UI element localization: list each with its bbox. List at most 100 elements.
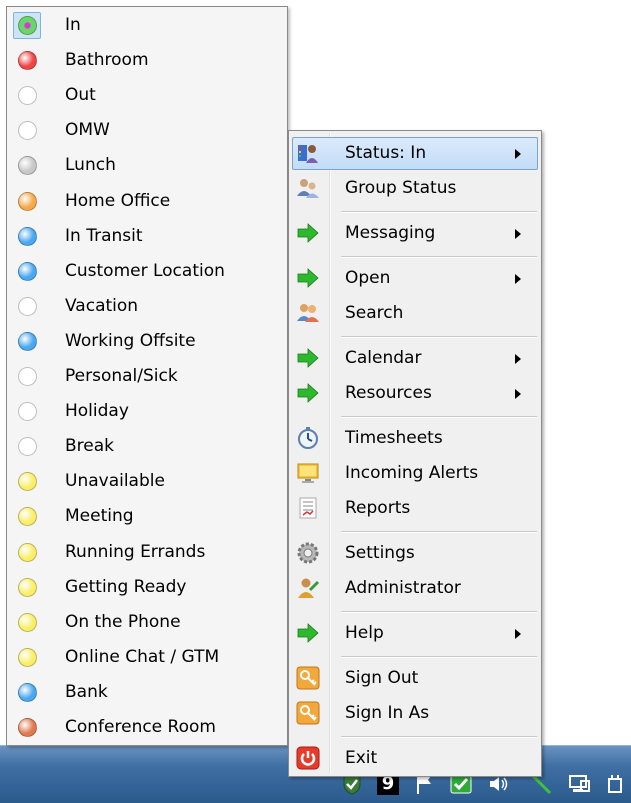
status-color-dot-icon [18,331,37,351]
administrator-icon [296,576,320,600]
gear-icon [296,541,320,565]
status-color-dot-icon [18,682,37,702]
status-item-in[interactable]: In [7,8,287,43]
status-color-dot-icon [18,402,37,422]
status-item-label: Meeting [65,506,134,527]
green-arrow-icon [296,221,320,245]
menu-item-resources[interactable]: Resources [289,375,541,410]
menu-item-label: Open [345,268,391,288]
submenu-arrow-icon [515,274,521,284]
status-item-omw[interactable]: OMW [7,113,287,148]
status-item-label: Out [65,85,96,106]
menu-item-reports[interactable]: Reports [289,490,541,525]
status-item-home-office[interactable]: Home Office [7,184,287,219]
status-item-label: Bank [65,681,108,702]
key-icon [296,666,320,690]
status-item-conference-room[interactable]: Conference Room [7,710,287,745]
menu-item-timesheets[interactable]: Timesheets [289,420,541,455]
status-item-label: Running Errands [65,541,206,562]
menu-item-label: Incoming Alerts [345,463,479,483]
green-arrow-icon [296,346,320,370]
status-item-vacation[interactable]: Vacation [7,289,287,324]
submenu-arrow-icon [515,354,521,364]
menu-item-search[interactable]: Search [289,295,541,330]
menu-item-label: Sign In As [345,703,430,723]
status-item-on-the-phone[interactable]: On the Phone [7,605,287,640]
status-color-dot-icon [18,437,37,457]
submenu-arrow-icon [515,389,521,399]
submenu-arrow-icon [515,149,521,159]
status-item-bank[interactable]: Bank [7,675,287,710]
status-item-label: In [65,15,81,35]
status-item-break[interactable]: Break [7,429,287,464]
status-item-label: Unavailable [65,471,165,492]
status-item-running-errands[interactable]: Running Errands [7,535,287,570]
status-item-label: Conference Room [65,717,216,737]
status-color-dot-icon [18,191,37,211]
status-item-label: Holiday [65,401,129,422]
power-plug-icon[interactable] [602,772,628,796]
status-color-dot-icon [18,542,37,562]
menu-separator [341,336,537,338]
status-item-personal-sick[interactable]: Personal/Sick [7,359,287,394]
menu-item-settings[interactable]: Settings [289,535,541,570]
menu-item-label: Group Status [345,178,457,198]
menu-item-label: Status: In [345,143,427,163]
status-item-in-transit[interactable]: In Transit [7,219,287,254]
menu-item-incoming-alerts[interactable]: Incoming Alerts [289,455,541,490]
menu-item-help[interactable]: Help [289,615,541,650]
alert-monitor-icon [296,461,320,485]
green-arrow-icon [296,266,320,290]
status-color-dot-icon [18,472,37,492]
main-context-menu: Status: In Group Status Messaging Open Searc… [288,130,542,777]
status-item-bathroom[interactable]: Bathroom [7,43,287,78]
green-arrow-icon [296,621,320,645]
status-item-label: Vacation [65,295,139,316]
menu-item-sign-in-as[interactable]: Sign In As [289,695,541,730]
status-item-meeting[interactable]: Meeting [7,499,287,534]
status-color-dot-icon [18,121,37,141]
status-item-label: OMW [65,120,110,141]
status-item-working-offsite[interactable]: Working Offsite [7,324,287,359]
menu-item-label: Settings [345,543,415,563]
status-item-label: Personal/Sick [65,366,178,386]
menu-item-open[interactable]: Open [289,260,541,295]
menu-item-group-status[interactable]: Group Status [289,170,541,205]
menu-item-label: Messaging [345,223,436,243]
status-color-dot-icon [18,612,37,632]
status-color-dot-icon [18,86,37,106]
report-icon [296,496,320,520]
menu-item-sign-out[interactable]: Sign Out [289,660,541,695]
status-item-label: Lunch [65,155,116,176]
status-color-dot-icon [18,226,37,246]
network-icon[interactable] [566,772,592,796]
status-menu: In Bathroom Out OMW Lunch Home Office In Trans… [6,6,288,746]
status-color-dot-icon [18,577,37,597]
menu-item-exit[interactable]: Exit [289,740,541,775]
status-item-label: In Transit [65,225,143,246]
menu-item-status-in[interactable]: Status: In [289,135,541,170]
menu-separator [341,736,537,738]
menu-item-label: Calendar [345,348,422,368]
menu-item-label: Resources [345,383,432,403]
status-color-dot-icon [18,51,37,71]
status-item-customer-location[interactable]: Customer Location [7,254,287,289]
menu-separator [341,656,537,658]
menu-item-messaging[interactable]: Messaging [289,215,541,250]
menu-item-administrator[interactable]: Administrator [289,570,541,605]
status-item-out[interactable]: Out [7,78,287,113]
status-item-getting-ready[interactable]: Getting Ready [7,570,287,605]
menu-separator [341,256,537,258]
status-color-dot-icon [18,156,37,176]
status-color-dot-icon [18,16,37,35]
status-item-label: Online Chat / GTM [65,646,220,667]
status-item-lunch[interactable]: Lunch [7,148,287,183]
status-item-holiday[interactable]: Holiday [7,394,287,429]
status-item-unavailable[interactable]: Unavailable [7,464,287,499]
status-color-dot-icon [18,296,37,316]
menu-item-calendar[interactable]: Calendar [289,340,541,375]
status-item-label: On the Phone [65,611,181,632]
green-arrow-icon [296,381,320,405]
status-item-online-chat-gtm[interactable]: Online Chat / GTM [7,640,287,675]
status-color-dot-icon [18,718,37,737]
